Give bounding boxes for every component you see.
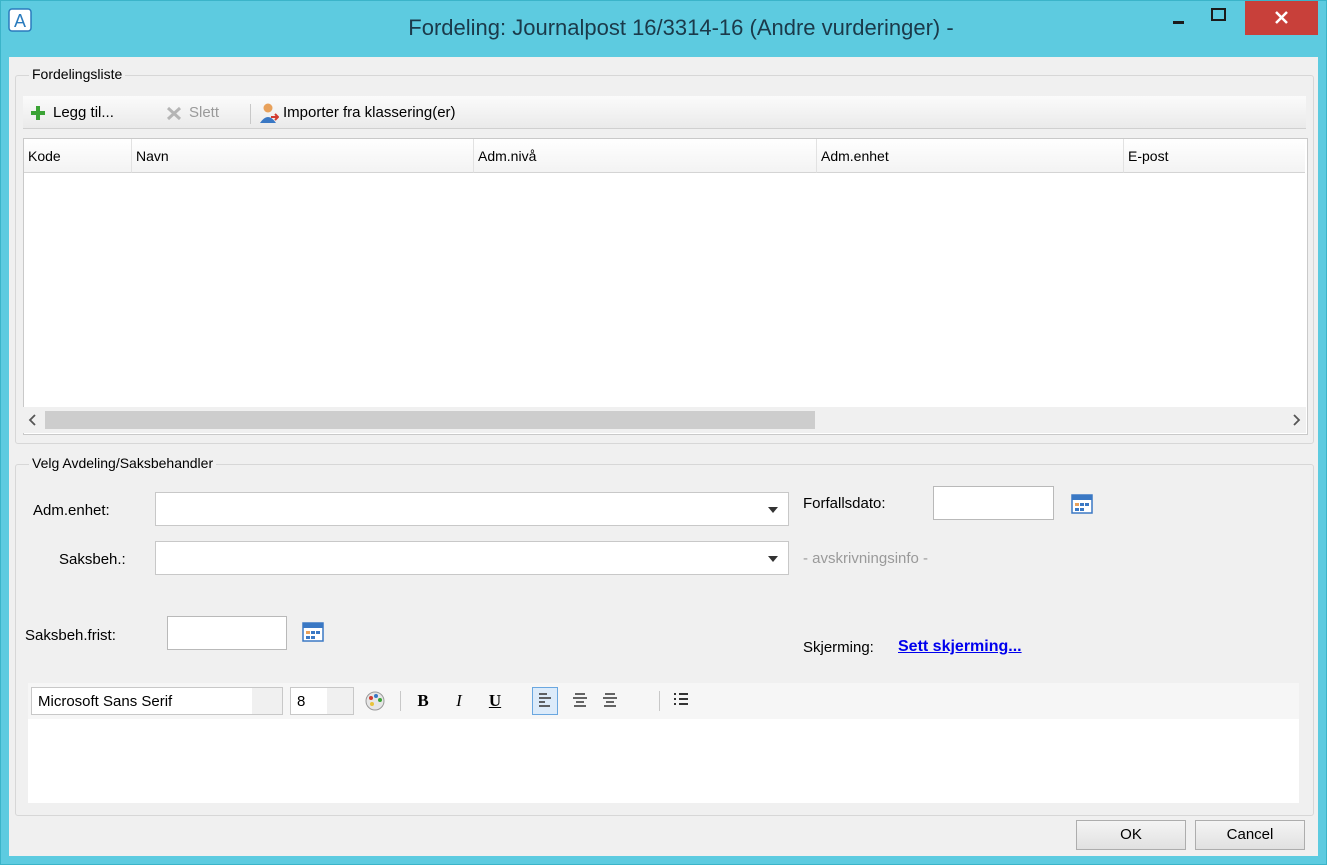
maximize-button[interactable] — [1199, 1, 1239, 35]
chevron-down-icon[interactable] — [768, 556, 778, 562]
underline-button[interactable]: U — [484, 689, 506, 713]
bulleted-list-icon[interactable] — [669, 688, 693, 714]
column-header-code[interactable]: Kode — [24, 139, 132, 173]
case-handler-label: Saksbeh.: — [59, 551, 126, 568]
toolbar-separator — [250, 104, 251, 124]
window-title: Fordeling: Journalpost 16/3314-16 (Andre… — [408, 15, 954, 40]
font-name-dropdown[interactable] — [252, 688, 282, 714]
align-left-button[interactable] — [532, 687, 558, 715]
message-editor[interactable] — [28, 719, 1299, 803]
font-size-dropdown[interactable] — [327, 688, 353, 714]
align-center-icon[interactable] — [568, 688, 592, 714]
bold-button[interactable]: B — [412, 689, 434, 713]
color-palette-icon[interactable] — [364, 690, 386, 712]
title-bar[interactable]: A Fordeling: Journalpost 16/3314-16 (And… — [1, 1, 1326, 57]
ok-button[interactable]: OK — [1076, 820, 1186, 850]
font-size-input[interactable]: 8 — [290, 687, 354, 715]
dialog-window: A Fordeling: Journalpost 16/3314-16 (And… — [0, 0, 1327, 865]
editor-toolbar: Microsoft Sans Serif 8 B I U — [28, 683, 1299, 720]
distribution-toolbar: Legg til... Slett Importer fra klasserin… — [23, 96, 1306, 129]
due-date-label: Forfallsdato: — [803, 495, 886, 512]
cancel-button[interactable]: Cancel — [1195, 820, 1305, 850]
add-label: Legg til... — [53, 104, 114, 121]
italic-button[interactable]: I — [448, 689, 470, 713]
case-deadline-label: Saksbeh.frist: — [25, 627, 116, 644]
column-header-name[interactable]: Navn — [132, 139, 474, 173]
svg-text:A: A — [14, 11, 26, 31]
user-import-icon — [260, 103, 279, 123]
maximize-icon — [1211, 8, 1226, 21]
delete-label: Slett — [189, 104, 220, 121]
column-header-email[interactable]: E-post — [1124, 139, 1305, 173]
toolbar-separator — [659, 691, 660, 711]
calendar-icon[interactable] — [302, 621, 324, 643]
case-handler-combo[interactable] — [155, 541, 789, 575]
delete-button[interactable]: Slett — [163, 102, 241, 124]
scroll-right-icon[interactable] — [1286, 407, 1306, 433]
write-off-info: - avskrivningsinfo - — [803, 550, 929, 567]
font-name-input[interactable]: Microsoft Sans Serif — [31, 687, 283, 715]
font-name-value: Microsoft Sans Serif — [38, 693, 173, 710]
dialog-content: Fordelingsliste Legg til... Slett Import… — [9, 57, 1318, 856]
app-icon: A — [8, 8, 32, 32]
close-button[interactable] — [1245, 1, 1318, 35]
align-right-icon[interactable] — [598, 688, 622, 714]
minimize-icon — [1173, 21, 1184, 24]
horizontal-scrollbar[interactable] — [23, 407, 1306, 433]
import-label: Importer fra klassering(er) — [283, 104, 456, 121]
distribution-grid[interactable]: Kode Navn Adm.nivå Adm.enhet E-post — [23, 138, 1308, 435]
toolbar-separator — [400, 691, 401, 711]
select-department-legend: Velg Avdeling/Saksbehandler — [29, 455, 217, 471]
column-header-adm-unit[interactable]: Adm.enhet — [817, 139, 1124, 173]
chevron-down-icon[interactable] — [768, 507, 778, 513]
case-deadline-input[interactable] — [167, 616, 287, 650]
adm-unit-label: Adm.enhet: — [33, 502, 110, 519]
minimize-button[interactable] — [1159, 1, 1199, 35]
font-size-value: 8 — [297, 693, 306, 710]
shielding-label: Skjerming: — [803, 639, 874, 656]
column-header-adm-level[interactable]: Adm.nivå — [474, 139, 817, 173]
calendar-icon[interactable] — [1071, 493, 1093, 515]
import-button[interactable]: Importer fra klassering(er) — [257, 102, 527, 124]
set-shielding-link[interactable]: Sett skjerming... — [898, 638, 1022, 656]
add-button[interactable]: Legg til... — [27, 102, 159, 124]
close-icon — [1275, 11, 1288, 24]
scrollbar-thumb[interactable] — [45, 411, 815, 429]
scroll-left-icon[interactable] — [23, 407, 43, 433]
distribution-list-legend: Fordelingsliste — [29, 66, 126, 82]
align-left-icon — [539, 693, 551, 707]
adm-unit-combo[interactable] — [155, 492, 789, 526]
delete-icon — [166, 106, 182, 121]
due-date-input[interactable] — [933, 486, 1054, 520]
plus-icon — [31, 106, 45, 120]
